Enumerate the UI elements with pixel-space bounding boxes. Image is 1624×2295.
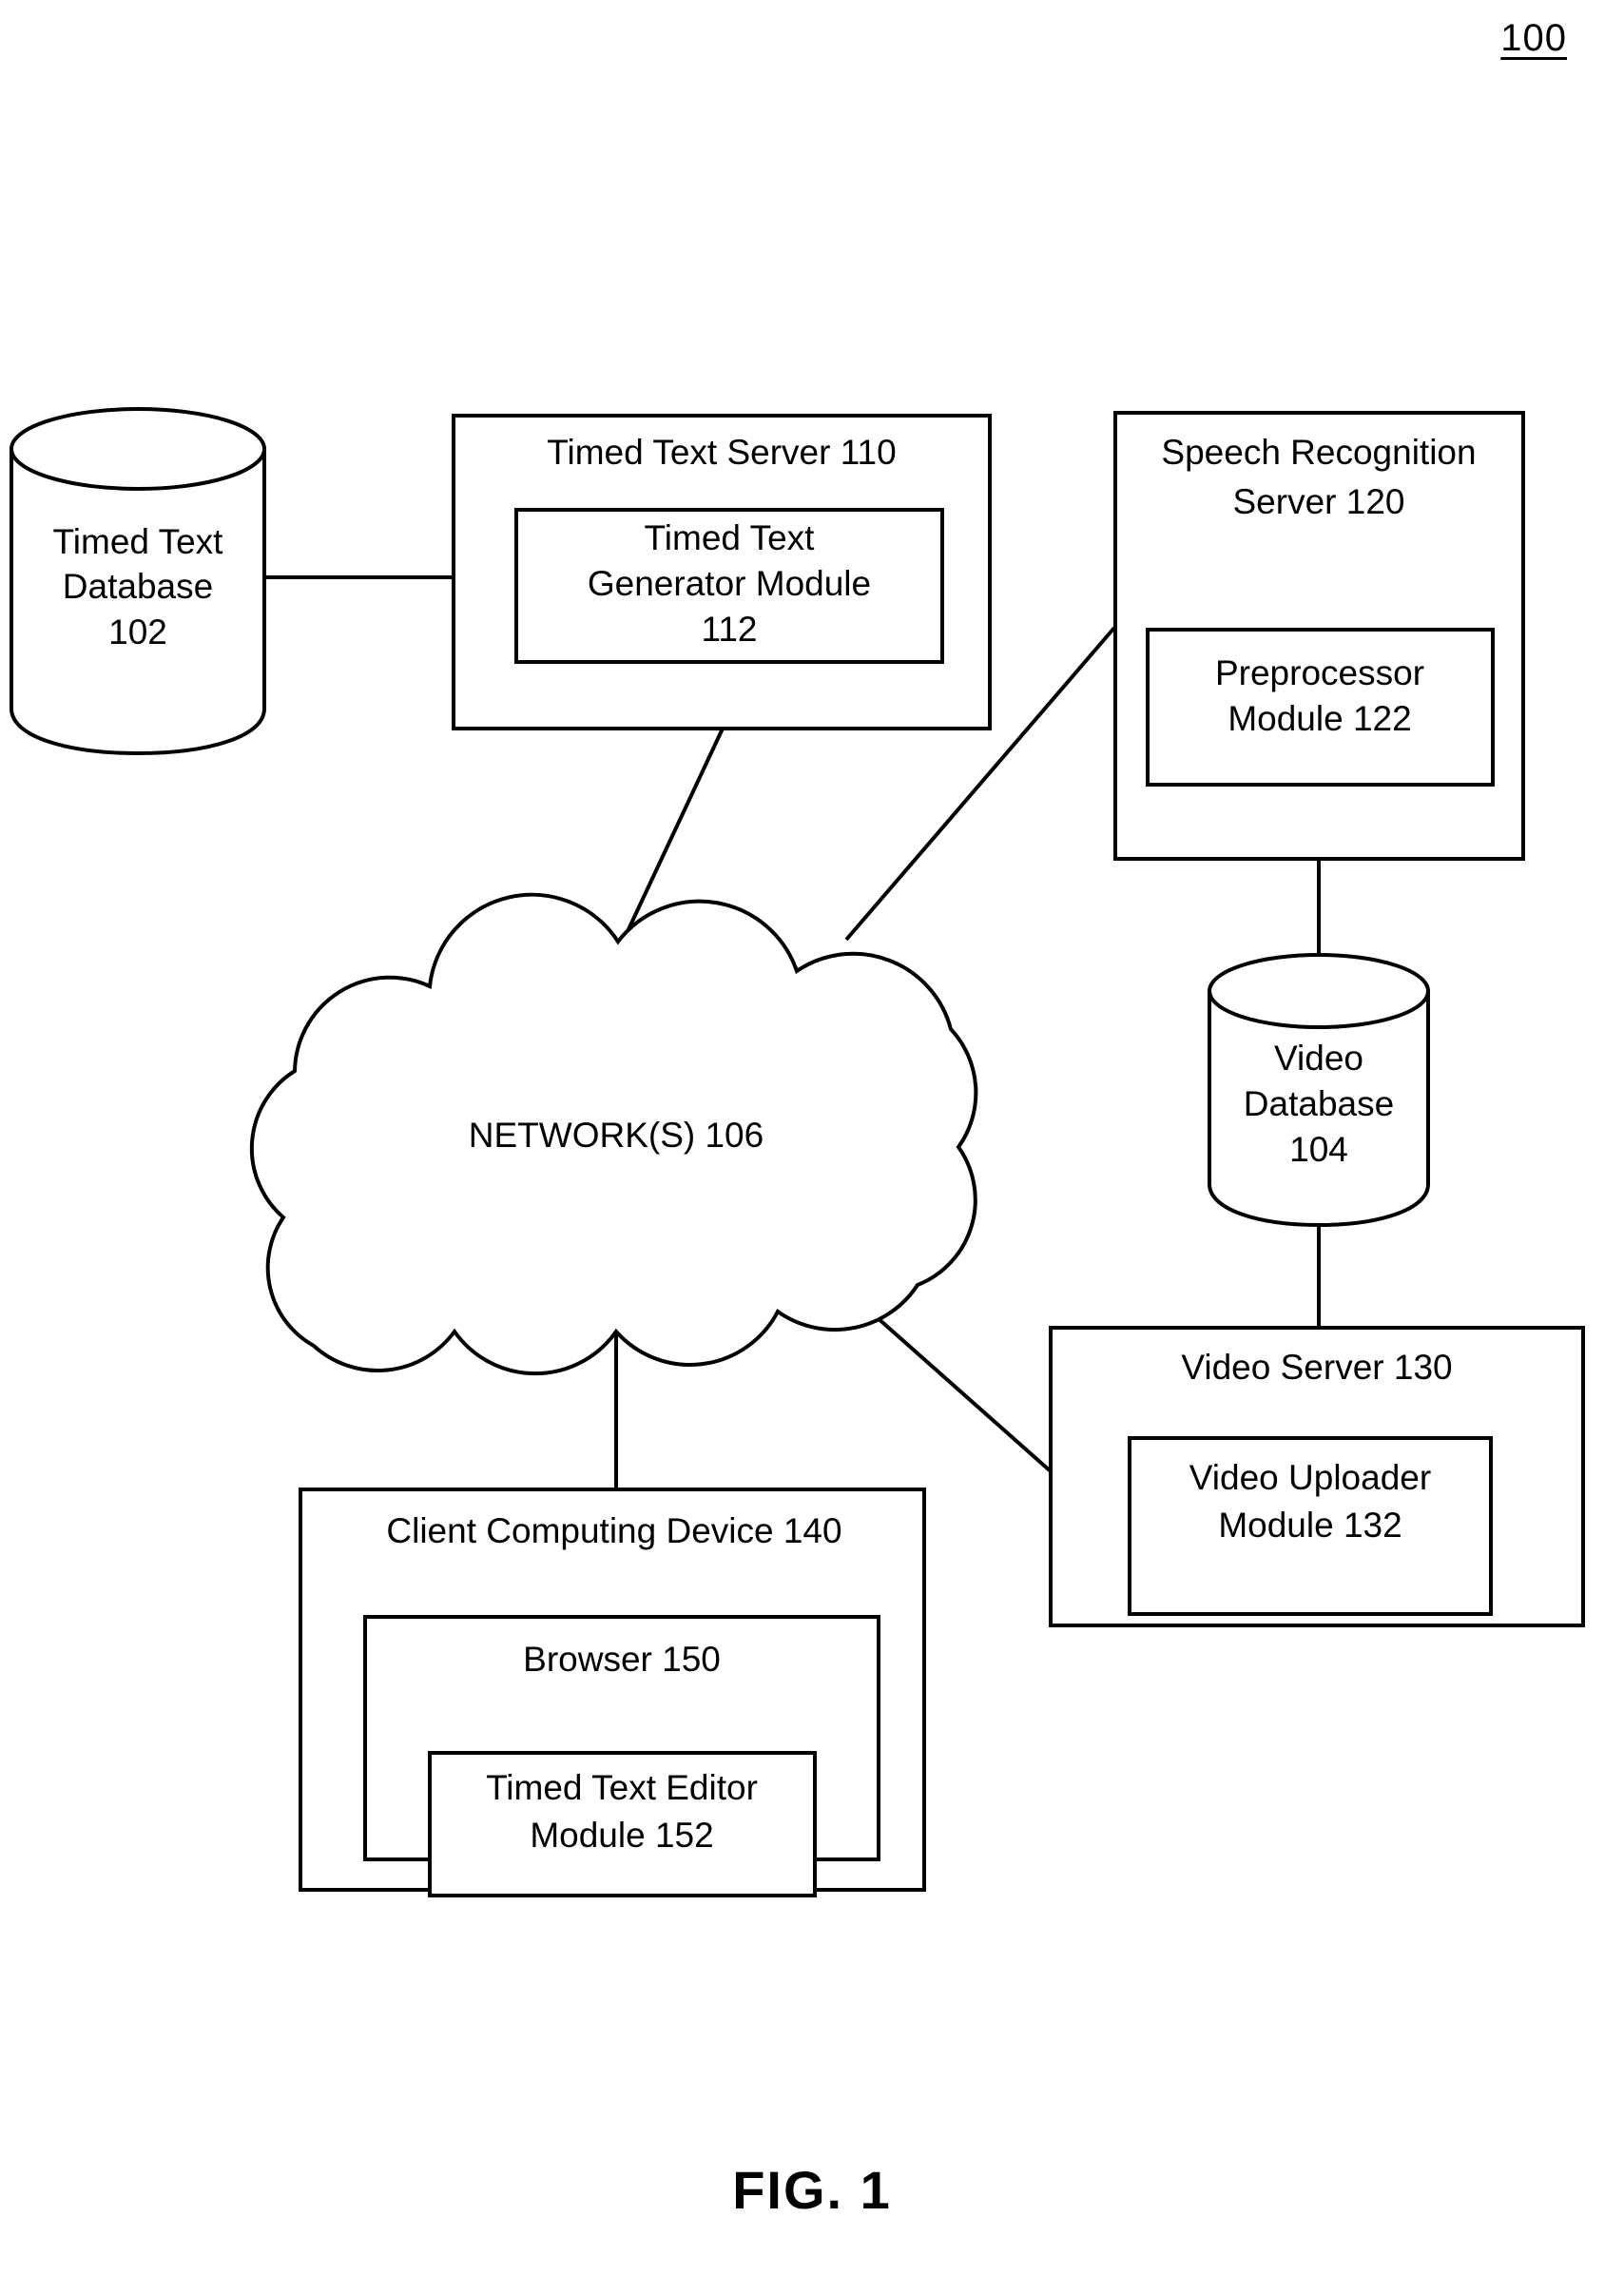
browser-title: Browser 150 bbox=[523, 1640, 721, 1679]
cylinder-top-db104 bbox=[1208, 953, 1430, 1029]
db102-line1: Timed Text bbox=[53, 522, 224, 561]
video-server-title: Video Server 130 bbox=[1181, 1348, 1452, 1387]
module112-line2: Generator Module bbox=[588, 564, 871, 603]
node-network-cloud[interactable]: NETWORK(S) 106 bbox=[249, 892, 978, 1376]
db104-line1: Video bbox=[1274, 1039, 1363, 1078]
node-video-server[interactable]: Video Server 130 Video Uploader Module 1… bbox=[1049, 1326, 1585, 1627]
db102-line3: 102 bbox=[108, 613, 167, 652]
client-device-title: Client Computing Device 140 bbox=[386, 1511, 841, 1550]
network-label: NETWORK(S) 106 bbox=[469, 1116, 764, 1155]
db104-line3: 104 bbox=[1289, 1130, 1348, 1169]
system-architecture-diagram: Timed Text Database 102 Timed Text Serve… bbox=[10, 407, 1585, 1897]
db104-line2: Database bbox=[1244, 1084, 1394, 1123]
module132-line1: Video Uploader bbox=[1189, 1458, 1431, 1497]
patent-figure: 100 Timed Text Database 102 Timed Text S… bbox=[0, 0, 1624, 2295]
node-video-database[interactable]: Video Database 104 bbox=[1208, 953, 1430, 1228]
module122-line1: Preprocessor bbox=[1215, 653, 1424, 692]
node-timed-text-database[interactable]: Timed Text Database 102 bbox=[10, 407, 266, 756]
timed-text-server-title: Timed Text Server 110 bbox=[547, 433, 896, 472]
node-speech-recognition-server[interactable]: Speech Recognition Server 120 Preprocess… bbox=[1113, 411, 1525, 861]
figure-caption: FIG. 1 bbox=[732, 2160, 892, 2220]
speech-server-title-line1: Speech Recognition bbox=[1161, 433, 1476, 472]
db102-line2: Database bbox=[63, 567, 213, 606]
module152-line2: Module 152 bbox=[530, 1816, 713, 1855]
module132-line2: Module 132 bbox=[1218, 1506, 1402, 1545]
module112-line3: 112 bbox=[702, 610, 758, 649]
speech-server-title-line2: Server 120 bbox=[1233, 482, 1405, 521]
node-client-computing-device[interactable]: Client Computing Device 140 Browser 150 … bbox=[299, 1488, 926, 1897]
module112-line1: Timed Text bbox=[645, 518, 816, 557]
module152-line1: Timed Text Editor bbox=[486, 1768, 758, 1807]
cylinder-top-db102 bbox=[10, 407, 266, 491]
node-timed-text-server[interactable]: Timed Text Server 110 Timed Text Generat… bbox=[452, 414, 992, 730]
module122-line2: Module 122 bbox=[1228, 699, 1411, 738]
